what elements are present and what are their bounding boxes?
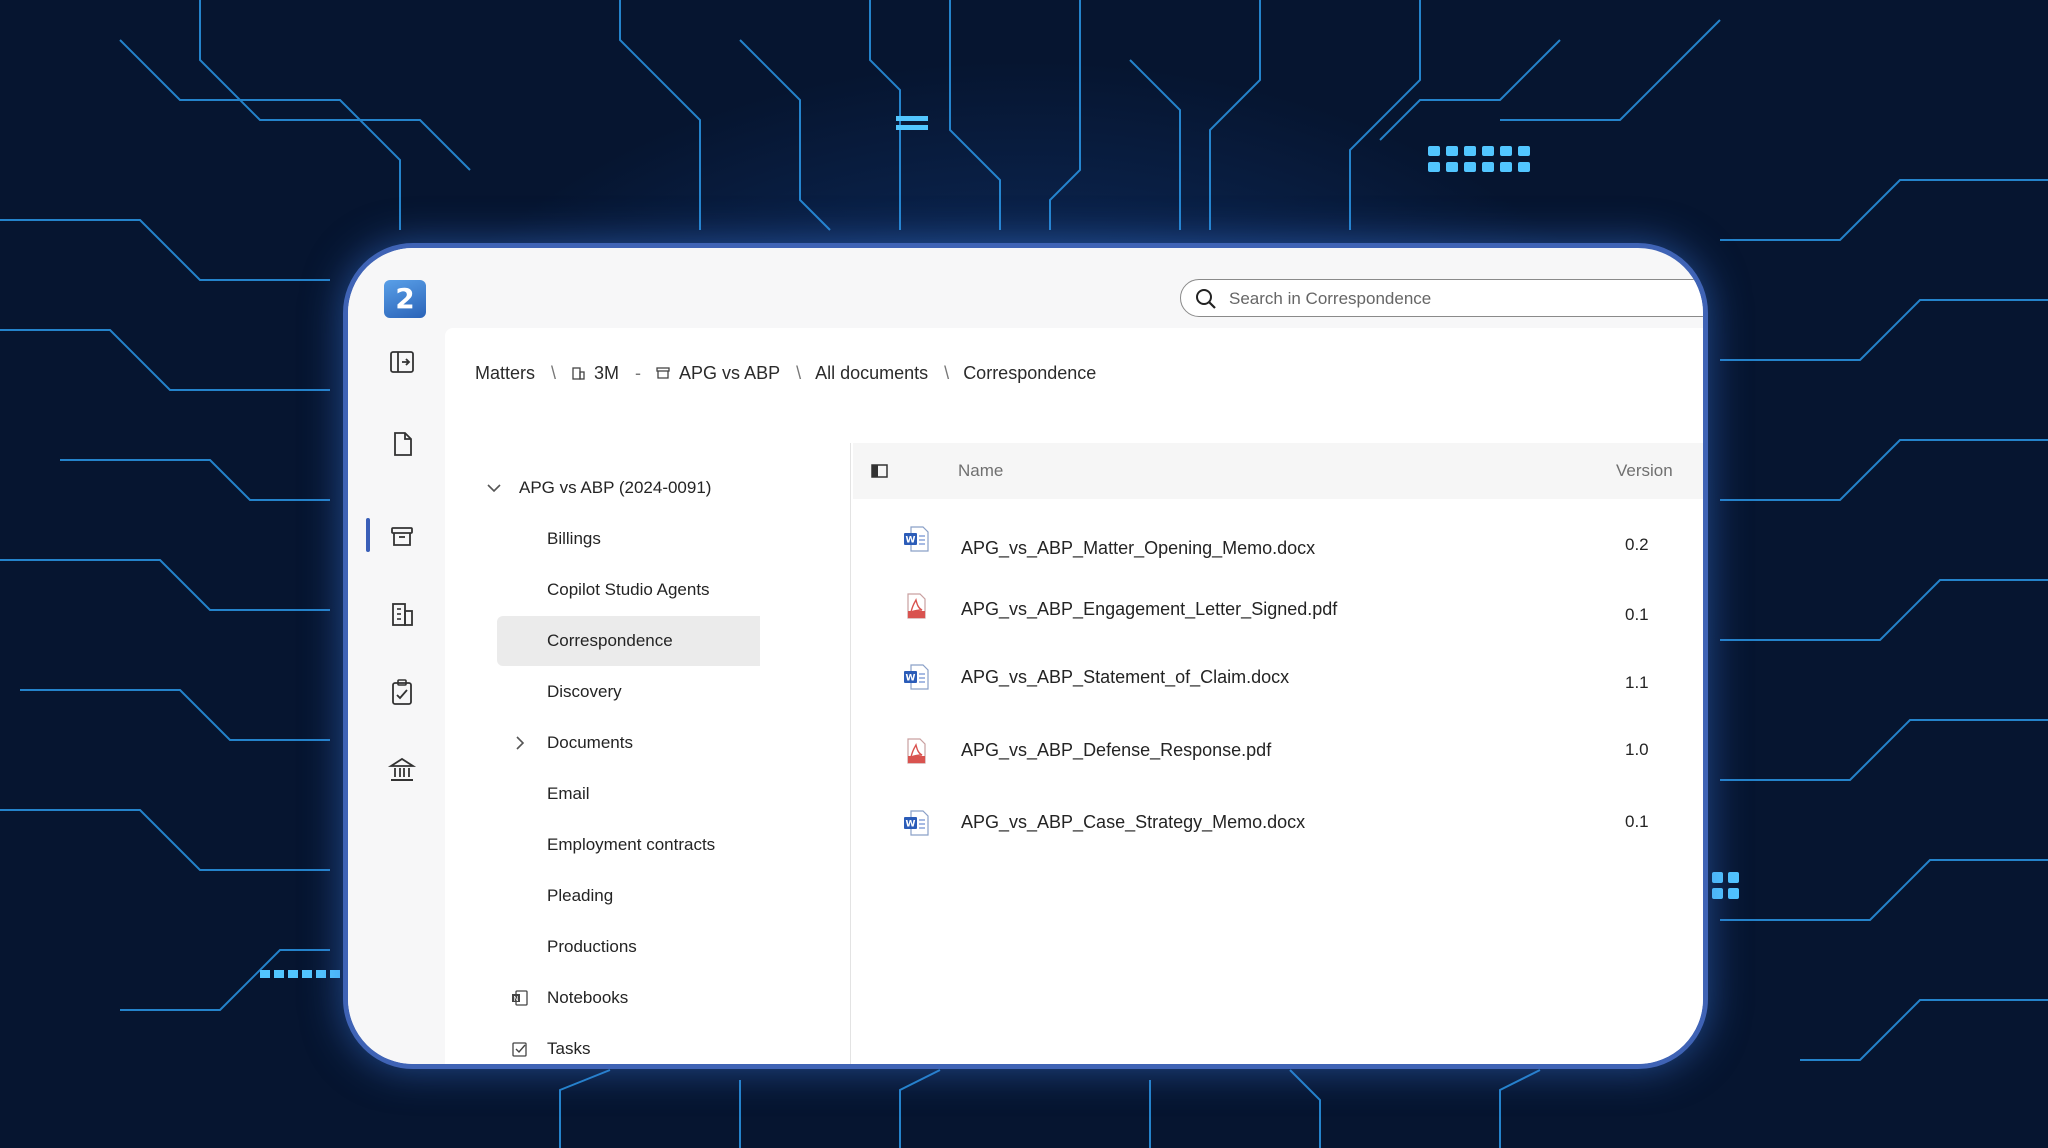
matter-icon — [656, 367, 670, 379]
document-name[interactable]: APG_vs_ABP_Matter_Opening_Memo.docx — [961, 538, 1315, 559]
tree-item-tasks[interactable]: Tasks — [497, 1024, 755, 1063]
building-icon — [392, 603, 413, 626]
document-version: 0.1 — [1625, 605, 1649, 624]
clipboard-icon — [392, 679, 412, 705]
search-icon — [1196, 289, 1216, 309]
bank-icon — [387, 757, 417, 781]
tree-item-email[interactable]: Email — [497, 769, 755, 819]
rail-documents-button[interactable] — [376, 418, 428, 470]
pane-divider[interactable] — [850, 443, 851, 1064]
svg-text:W: W — [906, 674, 916, 684]
chevron-down-icon[interactable] — [485, 479, 503, 497]
rail-active-indicator — [366, 518, 370, 552]
svg-text:W: W — [906, 536, 916, 546]
archive-icon — [391, 527, 413, 546]
word-file-icon: W — [904, 526, 929, 552]
tree-item-discovery[interactable]: Discovery — [497, 667, 755, 717]
column-header-name[interactable]: Name — [958, 461, 1003, 481]
folder-tree: APG vs ABP (2024-0091) Billings Copilot … — [475, 463, 760, 1063]
svg-text:N: N — [513, 995, 518, 1003]
tree-item-correspondence[interactable]: Correspondence — [497, 616, 760, 666]
pdf-file-icon — [907, 593, 926, 619]
breadcrumb-separator: \ — [944, 362, 950, 383]
document-row[interactable]: W APG_vs_ABP_Case_Strategy_Memo.docx 0.1 — [853, 793, 1703, 853]
onenote-icon: N — [512, 990, 528, 1006]
tree-item-productions[interactable]: Productions — [497, 922, 755, 972]
breadcrumb-all-documents[interactable]: All documents — [815, 363, 928, 384]
tree-item-employment-contracts[interactable]: Employment contracts — [497, 820, 755, 870]
rail-clients-button[interactable] — [376, 588, 428, 640]
chevron-right-icon[interactable] — [511, 734, 529, 752]
breadcrumb: Matters \ 3M - APG vs ABP \ All document… — [475, 360, 1096, 386]
document-row[interactable]: APG_vs_ABP_Defense_Response.pdf 1.0 — [853, 723, 1703, 783]
app-logo[interactable]: 2 — [384, 280, 426, 318]
tasks-icon — [512, 1042, 527, 1057]
tree-item-notebooks[interactable]: N Notebooks — [497, 973, 755, 1023]
client-icon — [572, 367, 585, 380]
document-row[interactable]: W APG_vs_ABP_Matter_Opening_Memo.docx 0.… — [853, 513, 1703, 573]
document-list: Name Version W APG_vs_ABP_Matter_Opening… — [853, 443, 1703, 1064]
search-box[interactable] — [1180, 279, 1703, 317]
word-file-icon: W — [904, 810, 929, 836]
document-icon — [394, 432, 412, 456]
breadcrumb-matter[interactable]: APG vs ABP — [655, 363, 780, 384]
document-version: 1.1 — [1625, 673, 1649, 692]
file-type-header-icon[interactable] — [871, 463, 889, 479]
document-row[interactable]: W APG_vs_ABP_Statement_of_Claim.docx 1.1 — [853, 648, 1703, 708]
breadcrumb-matters[interactable]: Matters — [475, 363, 535, 384]
svg-text:W: W — [906, 820, 916, 830]
document-row[interactable]: APG_vs_ABP_Engagement_Letter_Signed.pdf … — [853, 578, 1703, 638]
tree-root-label: APG vs ABP (2024-0091) — [519, 478, 712, 497]
rail-institution-button[interactable] — [376, 744, 428, 796]
app-window: 2 Search in Correspondence Matters \ 3M … — [343, 243, 1708, 1069]
breadcrumb-current[interactable]: Correspondence — [963, 363, 1096, 384]
tree-root[interactable]: APG vs ABP (2024-0091) — [485, 463, 755, 513]
document-name[interactable]: APG_vs_ABP_Defense_Response.pdf — [961, 740, 1271, 761]
document-name[interactable]: APG_vs_ABP_Case_Strategy_Memo.docx — [961, 812, 1305, 833]
breadcrumb-separator: \ — [796, 362, 802, 383]
expand-panel-icon — [390, 351, 414, 373]
tree-item-billings[interactable]: Billings — [497, 514, 755, 564]
breadcrumb-separator: - — [635, 362, 642, 383]
tree-item-copilot-studio-agents[interactable]: Copilot Studio Agents — [497, 565, 755, 615]
document-version: 1.0 — [1625, 740, 1649, 759]
breadcrumb-separator: \ — [551, 362, 557, 383]
rail-tasks-button[interactable] — [376, 666, 428, 718]
document-name[interactable]: APG_vs_ABP_Statement_of_Claim.docx — [961, 667, 1289, 688]
rail-matters-button[interactable] — [376, 510, 428, 562]
rail-expand-button[interactable] — [376, 336, 428, 388]
main-content: Matters \ 3M - APG vs ABP \ All document… — [445, 328, 1703, 1064]
tree-item-pleading[interactable]: Pleading — [497, 871, 755, 921]
pdf-file-icon — [907, 738, 926, 764]
search-input[interactable] — [1229, 286, 1689, 312]
list-header: Name Version — [853, 443, 1703, 499]
document-version: 0.1 — [1625, 812, 1649, 831]
nav-rail: 2 — [348, 248, 445, 1064]
column-header-version[interactable]: Version — [1616, 461, 1673, 481]
breadcrumb-client[interactable]: 3M — [570, 363, 619, 384]
word-file-icon: W — [904, 664, 929, 690]
tree-item-documents[interactable]: Documents — [497, 718, 755, 768]
document-version: 0.2 — [1625, 535, 1649, 554]
document-name[interactable]: APG_vs_ABP_Engagement_Letter_Signed.pdf — [961, 599, 1337, 620]
